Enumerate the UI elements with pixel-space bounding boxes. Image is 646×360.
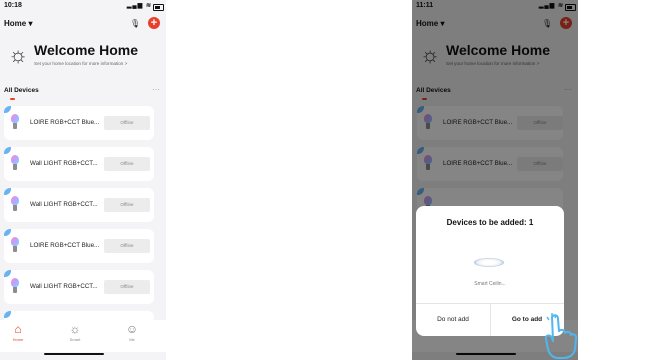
tab-home[interactable]: ⌂ Home	[3, 322, 33, 343]
device-card[interactable]: Wall LIGHT RGB+CCT... Offline	[4, 188, 154, 222]
ceiling-light-icon	[474, 254, 504, 270]
offline-badge: Offline	[104, 239, 150, 253]
bulb-icon	[11, 114, 19, 132]
smart-icon: ☼	[69, 322, 81, 336]
me-icon: ☺	[125, 322, 139, 336]
device-type-tag	[4, 147, 11, 154]
status-bar: 10:18 ▂▄▆ ≋	[0, 2, 166, 14]
home-icon: ⌂	[14, 322, 22, 336]
device-name: Wall LIGHT RGB+CCT...	[30, 201, 98, 208]
device-card[interactable]: Wall LIGHT RGB+CCT... Offline	[4, 270, 154, 304]
offline-badge: Offline	[104, 157, 150, 171]
do-not-add-button[interactable]: Do not add	[416, 304, 490, 336]
bulb-icon	[11, 155, 19, 173]
device-card[interactable]: LOIRE RGB+CCT Blue... Offline	[4, 229, 154, 263]
device-name: Wall LIGHT RGB+CCT...	[30, 283, 98, 290]
add-device-button[interactable]: +	[148, 17, 160, 29]
tab-smart[interactable]: ☼ Smart	[60, 322, 90, 343]
tab-all-devices[interactable]: All Devices	[4, 87, 39, 94]
all-devices-header: All Devices ···	[0, 85, 166, 100]
device-name: LOIRE RGB+CCT Blue...	[30, 242, 100, 249]
device-type-tag	[4, 106, 11, 113]
discovered-device-name: Smart Ceilin...	[474, 281, 506, 287]
devices-to-add-dialog: Devices to be added: 1 Smart Ceilin... D…	[416, 206, 564, 336]
sun-icon: ☼	[8, 42, 29, 67]
dialog-title: Devices to be added: 1	[446, 218, 534, 227]
welcome-subtitle[interactable]: Set your home location for more informat…	[34, 61, 127, 66]
offline-badge: Offline	[104, 198, 150, 212]
status-time: 10:18	[4, 2, 22, 9]
bulb-icon	[11, 278, 19, 296]
device-card[interactable]: LOIRE RGB+CCT Blue... Offline	[4, 106, 154, 140]
device-name: LOIRE RGB+CCT Blue...	[30, 119, 100, 126]
welcome-title: Welcome Home	[34, 42, 138, 58]
device-name: Wall LIGHT RGB+CCT...	[30, 160, 98, 167]
top-bar: Home ▾ 🎙︎ +	[0, 16, 166, 32]
device-card[interactable]: Wall LIGHT RGB+CCT... Offline	[4, 147, 154, 181]
home-selector[interactable]: Home ▾	[4, 19, 32, 28]
device-type-tag	[4, 270, 11, 277]
tab-me[interactable]: ☺ Me	[117, 322, 147, 343]
home-indicator	[44, 353, 104, 355]
bottom-tab-bar: ⌂ Home ☼ Smart ☺ Me	[0, 320, 166, 352]
device-type-tag	[4, 311, 11, 318]
bulb-icon	[11, 196, 19, 214]
signal-wifi-icon: ▂▄▆ ≋	[126, 3, 152, 9]
device-type-tag	[4, 229, 11, 236]
bulb-icon	[11, 237, 19, 255]
offline-badge: Offline	[104, 280, 150, 294]
welcome-banner[interactable]: ☼ Welcome Home Set your home location fo…	[0, 38, 166, 78]
pointing-hand-icon	[544, 313, 578, 359]
more-options-icon[interactable]: ···	[152, 85, 160, 94]
right-phone-screen: 11:11 ▂▄▆ ≋ Home ▾ 🎙︎ + ☼ Welcome Home S…	[412, 0, 578, 360]
tab-smart-label: Smart	[69, 337, 81, 342]
left-phone-screen: 10:18 ▂▄▆ ≋ Home ▾ 🎙︎ + ☼ Welcome Home S…	[0, 0, 166, 360]
tab-me-label: Me	[129, 337, 135, 342]
offline-badge: Offline	[104, 116, 150, 130]
tab-home-label: Home	[12, 337, 24, 342]
microphone-icon[interactable]: 🎙︎	[130, 19, 140, 29]
active-tab-indicator	[10, 98, 15, 100]
device-type-tag	[4, 188, 11, 195]
battery-icon	[153, 4, 164, 11]
